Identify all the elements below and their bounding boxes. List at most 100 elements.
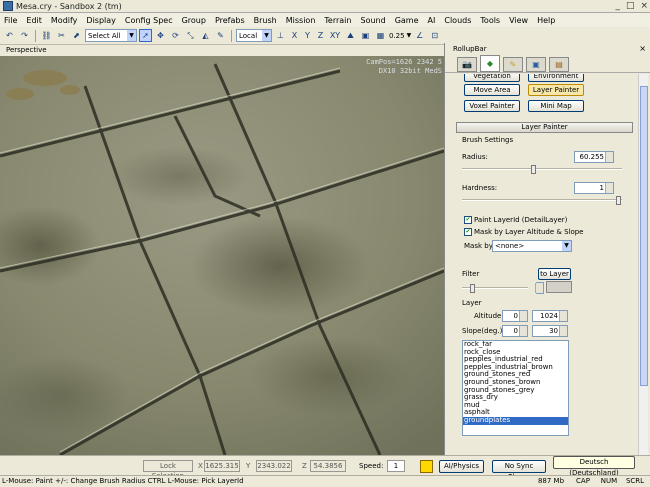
menu-game[interactable]: Game (395, 16, 419, 25)
mask-by-dropdown[interactable]: <none> ▼ (492, 240, 572, 252)
tab-modeling[interactable]: ✎ (503, 57, 523, 72)
filter-color-swatch[interactable] (546, 281, 572, 293)
chevron-down-icon: ▼ (562, 241, 571, 251)
menu-config-spec[interactable]: Config Spec (125, 16, 173, 25)
menu-terrain[interactable]: Terrain (324, 16, 351, 25)
brush-icon[interactable]: ✎ (214, 29, 227, 42)
menu-help[interactable]: Help (537, 16, 555, 25)
link-icon[interactable]: ⛓ (40, 29, 53, 42)
coord-system-dropdown[interactable]: Local ▼ (236, 29, 272, 42)
altitude-max-spinner[interactable]: 1024 (532, 310, 568, 322)
to-layer-button[interactable]: to Layer (538, 268, 571, 280)
ai-physics-button[interactable]: AI/Physics (439, 460, 484, 473)
rollup-scrollbar[interactable] (638, 74, 648, 455)
lock-selection-button[interactable]: Lock Selection (143, 460, 193, 480)
menu-view[interactable]: View (509, 16, 528, 25)
speed-field[interactable]: 1 (387, 460, 405, 472)
hardness-slider[interactable] (462, 196, 622, 205)
layer-painter-section[interactable]: Layer Painter (456, 122, 633, 133)
menu-display[interactable]: Display (86, 16, 116, 25)
viewport-label[interactable]: Perspective (0, 45, 444, 56)
tab-objects[interactable]: 📷 (457, 57, 477, 72)
camera-icon: 📷 (462, 60, 472, 69)
slope-label: Slope(deg.) (462, 327, 503, 335)
menu-tools[interactable]: Tools (480, 16, 500, 25)
move-area-button[interactable]: Move Area (464, 84, 520, 96)
environment-button[interactable]: Environment (528, 74, 584, 82)
layer-painter-button[interactable]: Layer Painter (528, 84, 584, 96)
menu-clouds[interactable]: Clouds (444, 16, 471, 25)
menu-group[interactable]: Group (182, 16, 206, 25)
scale-icon[interactable]: ⤡ (184, 29, 197, 42)
terrain-follow-icon[interactable]: ⛰ (344, 29, 357, 42)
y-coordinate-field[interactable]: 2343.022 (256, 460, 292, 472)
menu-mission[interactable]: Mission (286, 16, 316, 25)
slider-knob[interactable] (470, 284, 475, 293)
radius-spinner[interactable]: 60.255 (574, 151, 614, 163)
terrain-snap-icon[interactable]: ◭ (199, 29, 212, 42)
undo-icon[interactable]: ↶ (3, 29, 16, 42)
layer-listbox[interactable]: rock_far rock_close pepples_industrial_red… (462, 340, 569, 436)
mini-map-button[interactable]: Mini Map (528, 100, 584, 112)
menu-modify[interactable]: Modify (51, 16, 78, 25)
tab-terrain[interactable]: ◆ (480, 55, 500, 72)
rollup-close-icon[interactable]: × (639, 44, 646, 53)
radius-slider[interactable] (462, 165, 622, 174)
menu-sound[interactable]: Sound (360, 16, 385, 25)
menu-file[interactable]: File (4, 16, 17, 25)
speed-warning-icon[interactable] (420, 460, 433, 473)
y-label: Y (246, 462, 251, 470)
x-coordinate-field[interactable]: 1625.315 (204, 460, 240, 472)
axis-z-button[interactable]: Z (315, 31, 326, 40)
tab-display[interactable]: ▣ (526, 57, 546, 72)
select-mode-dropdown[interactable]: Select All ▼ (85, 29, 137, 42)
mask-altitude-checkbox[interactable]: ✔ Mask by Layer Altitude & Slope (464, 228, 584, 236)
no-sync-player-button[interactable]: No Sync Player (492, 460, 546, 481)
redo-icon[interactable]: ↷ (18, 29, 31, 42)
pointer-icon[interactable]: ⬈ (70, 29, 83, 42)
rollup-content: Vegetation Environment Move Area Layer P… (454, 74, 637, 455)
angle-snap-icon[interactable]: ∠ (413, 29, 426, 42)
rotate-icon[interactable]: ⟳ (169, 29, 182, 42)
filter-slider[interactable] (462, 284, 528, 293)
ruler-icon[interactable]: ⊡ (428, 29, 441, 42)
menu-ai[interactable]: AI (428, 16, 436, 25)
unlink-icon[interactable]: ✂ (55, 29, 68, 42)
axis-xy-button[interactable]: XY (328, 31, 342, 40)
voxel-painter-button[interactable]: Voxel Painter (464, 100, 520, 112)
snap-value[interactable]: 0.25 (389, 32, 405, 40)
maximize-button[interactable]: □ (626, 1, 635, 11)
slider-knob[interactable] (531, 165, 537, 174)
grid-icon[interactable]: ▦ (374, 29, 387, 42)
close-button[interactable]: × (640, 1, 648, 11)
chevron-down-icon[interactable]: ▼ (407, 32, 412, 39)
axis-x-button[interactable]: X (289, 31, 300, 40)
menu-brush[interactable]: Brush (254, 16, 277, 25)
altitude-min-spinner[interactable]: 0 (502, 310, 528, 322)
speed-label: Speed: (359, 462, 384, 470)
paint-layerid-checkbox[interactable]: ✔ Paint LayerId (DetailLayer) (464, 216, 567, 224)
vegetation-button[interactable]: Vegetation (464, 74, 520, 82)
axis-y-button[interactable]: Y (302, 31, 313, 40)
filter-value[interactable]: 1 (535, 282, 544, 294)
z-coordinate-field[interactable]: 54.3856 (310, 460, 346, 472)
minimize-button[interactable]: _ (615, 1, 620, 11)
select-mode-value: Select All (88, 31, 121, 40)
move-icon[interactable]: ✥ (154, 29, 167, 42)
slider-knob[interactable] (616, 196, 621, 205)
cap-indicator: CAP (576, 477, 590, 485)
scroll-thumb[interactable] (640, 86, 648, 386)
select-arrow-icon[interactable]: ➚ (139, 29, 152, 42)
menu-edit[interactable]: Edit (26, 16, 42, 25)
slope-min-spinner[interactable]: 0 (502, 325, 528, 337)
layer-list-item[interactable]: groundplates (463, 416, 568, 425)
menu-prefabs[interactable]: Prefabs (215, 16, 245, 25)
cam-position: CamPos=1626 2342 5 (366, 58, 442, 66)
hardness-spinner[interactable]: 1 (574, 182, 614, 194)
image-icon[interactable]: ▣ (359, 29, 372, 42)
perspective-viewport[interactable]: CamPos=1626 2342 5 DX10 32bit MedS (0, 56, 444, 455)
tab-layers[interactable]: ▤ (549, 57, 569, 72)
z-label: Z (302, 462, 307, 470)
slope-max-spinner[interactable]: 30 (532, 325, 568, 337)
lock-axis-icon[interactable]: ⊥ (274, 29, 287, 42)
